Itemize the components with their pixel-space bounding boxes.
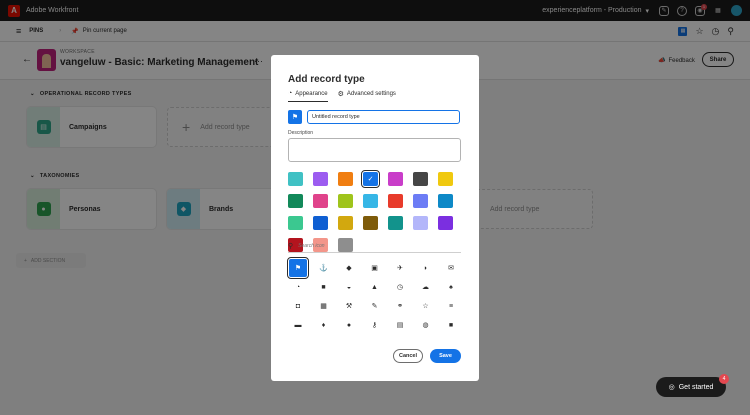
icon-grid: ⚑ ⚓ ◆ ▣ ✈ ◗ ✉ ◔ ■ ◒ ▲ ◷ ☁ ♠ ◘ ▦ ⚒ ✎ ⚭ ☆ ≡ ▬ ♦ ● ⚷ ▤ ◍ ■	[287, 257, 460, 334]
color-swatch[interactable]	[388, 172, 403, 186]
tab-label: Advanced settings	[346, 91, 396, 97]
bell-icon[interactable]: ♠	[442, 278, 460, 296]
checkmark-icon: ✓	[367, 176, 374, 183]
anchor-icon[interactable]: ⚓	[315, 259, 333, 277]
color-swatch[interactable]	[288, 194, 303, 208]
add-record-type-dialog: Add record type ◔ Appearance ⚙ Advanced …	[271, 55, 479, 381]
box-icon[interactable]: ■	[315, 278, 333, 296]
tab-label: Appearance	[295, 90, 328, 97]
color-swatch[interactable]	[413, 172, 428, 186]
video-icon[interactable]: ■	[442, 316, 460, 334]
globe-icon[interactable]: ◍	[417, 316, 435, 334]
color-swatch[interactable]	[338, 172, 353, 186]
airplane-icon[interactable]: ✈	[391, 259, 409, 277]
color-swatch[interactable]: ✓	[361, 170, 380, 188]
brush-icon[interactable]: ◔	[289, 278, 307, 296]
description-label: Description	[288, 130, 314, 136]
money-icon[interactable]: ◘	[289, 297, 307, 315]
save-button[interactable]: Save	[430, 349, 461, 363]
flag-icon[interactable]: ⚑	[287, 257, 309, 279]
database-icon[interactable]: ≡	[442, 297, 460, 315]
color-swatch[interactable]	[313, 216, 328, 230]
color-swatch[interactable]	[438, 172, 453, 186]
color-swatch[interactable]	[338, 216, 353, 230]
tab-advanced-settings[interactable]: ⚙ Advanced settings	[338, 90, 396, 102]
color-swatch[interactable]	[288, 172, 303, 186]
color-swatch[interactable]	[413, 194, 428, 208]
selected-icon-preview: ⚑	[288, 110, 302, 124]
car-icon[interactable]: ◒	[340, 278, 358, 296]
shield-icon[interactable]: ◗	[417, 259, 435, 277]
pencil-icon[interactable]: ✎	[366, 297, 384, 315]
calculator-icon[interactable]: ▦	[315, 297, 333, 315]
color-swatch[interactable]	[388, 194, 403, 208]
gear-icon: ⚙	[337, 91, 344, 98]
hammer-icon[interactable]: ⚒	[340, 297, 358, 315]
color-swatch[interactable]	[288, 216, 303, 230]
location-icon[interactable]: ♦	[315, 316, 333, 334]
link-icon[interactable]: ⚭	[391, 297, 409, 315]
record-type-name-input[interactable]	[307, 110, 460, 124]
star-icon[interactable]: ☆	[417, 297, 435, 315]
image-icon[interactable]: ▣	[366, 259, 384, 277]
get-started-label: Get started	[678, 383, 714, 391]
color-swatch[interactable]	[313, 194, 328, 208]
color-swatch[interactable]	[363, 194, 378, 208]
alert-icon[interactable]: ▲	[366, 278, 384, 296]
dialog-tabs: ◔ Appearance ⚙ Advanced settings	[288, 90, 396, 102]
get-started-button[interactable]: ◎ Get started	[656, 377, 726, 397]
cancel-button[interactable]: Cancel	[393, 349, 423, 363]
color-swatch[interactable]	[413, 216, 428, 230]
flag-icon: ⚑	[291, 114, 299, 121]
color-swatch[interactable]	[438, 194, 453, 208]
color-swatch[interactable]	[438, 216, 453, 230]
dialog-title: Add record type	[288, 74, 365, 85]
icon-search-input[interactable]	[298, 242, 449, 249]
calendar-icon[interactable]: ▤	[391, 316, 409, 334]
cloud-icon[interactable]: ☁	[417, 278, 435, 296]
get-started-badge: 4	[719, 374, 729, 384]
search-icon: ⚲	[288, 242, 294, 250]
color-swatch[interactable]	[313, 172, 328, 186]
clock-icon[interactable]: ◷	[391, 278, 409, 296]
check-circle-icon: ◎	[668, 384, 675, 391]
color-swatch[interactable]	[363, 216, 378, 230]
description-input[interactable]	[288, 138, 461, 162]
icon-search: ⚲	[288, 239, 461, 253]
tab-appearance[interactable]: ◔ Appearance	[288, 90, 328, 102]
email-icon[interactable]: ✉	[442, 259, 460, 277]
brush-icon: ◔	[288, 90, 293, 97]
target-icon[interactable]: ●	[340, 316, 358, 334]
color-swatch[interactable]	[388, 216, 403, 230]
key-icon[interactable]: ⚷	[366, 316, 384, 334]
tag-icon[interactable]: ◆	[340, 259, 358, 277]
briefcase-icon[interactable]: ▬	[289, 316, 307, 334]
color-swatch[interactable]	[338, 194, 353, 208]
